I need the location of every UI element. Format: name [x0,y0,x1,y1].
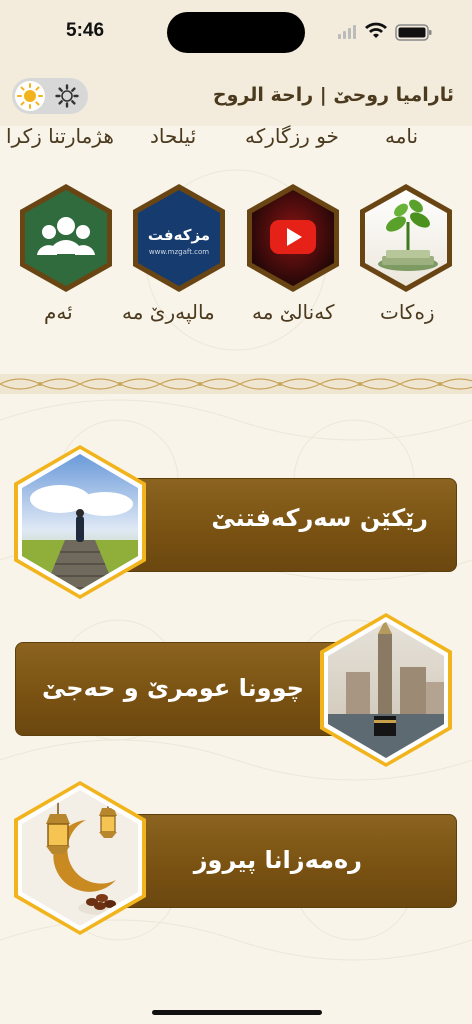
battery-icon [395,24,432,41]
ornamental-divider [0,374,472,394]
card-blessed-ramadan[interactable]: رەمەزانا پیروز [0,781,472,946]
tile-label-rescue[interactable]: خو رزگاركە [245,124,339,148]
status-bar: 5:46 [0,0,472,64]
ramadan-lantern-image [14,781,146,935]
logo-text: مزكەفت [148,226,210,244]
about-us-tile[interactable] [16,182,116,294]
status-icons [338,22,432,41]
website-tile[interactable]: مزكەفت www.mzgaft.com [129,182,229,294]
tile-label-zakat[interactable]: زەکات [380,300,435,324]
card-paths-of-success[interactable]: رێكێن سەركەفتنێ [0,442,472,602]
mecca-image [320,613,452,767]
tile-label-dhikr-counter[interactable]: هژمارتنا زكرا [6,124,114,148]
tile-label-channel[interactable]: كەنالێ مە [252,300,334,324]
theme-light-option[interactable] [15,81,45,111]
home-indicator[interactable] [152,1010,322,1015]
card-label: رێكێن سەركەفتنێ [211,504,428,532]
gear-icon[interactable] [54,83,80,109]
card-umrah-and-hajj[interactable]: چوونا عومرێ و حەجێ [0,613,472,774]
theme-toggle[interactable] [12,78,88,114]
cellular-signal-icon [338,25,356,39]
tile-label-website[interactable]: مالپەرێ مە [122,300,215,324]
app-header: ئاراميا روحێ | راحة الروح [0,64,472,126]
youtube-icon [270,220,316,254]
logo-subtext: www.mzgaft.com [149,248,209,256]
app-title: ئاراميا روحێ | راحة الروح [212,84,454,106]
dynamic-island [167,12,305,53]
status-time: 5:46 [66,20,105,41]
zakat-tile[interactable] [356,182,456,294]
tile-label-atheism[interactable]: ئيلحاد [150,124,196,148]
wifi-icon [365,22,387,38]
tile-label-letter[interactable]: نامە [385,124,418,148]
stairs-path-image [14,445,146,599]
sun-icon [17,83,43,109]
youtube-channel-tile[interactable] [243,182,343,294]
card-label: رەمەزانا پیروز [193,846,362,874]
mzgaft-logo: مزكەفت www.mzgaft.com [148,226,210,256]
top-labels-row: نامە خو رزگاركە ئيلحاد هژمارتنا زكرا [0,124,472,154]
tile-label-about[interactable]: ئەم [44,300,73,324]
card-label: چوونا عومرێ و حەجێ [42,674,304,702]
